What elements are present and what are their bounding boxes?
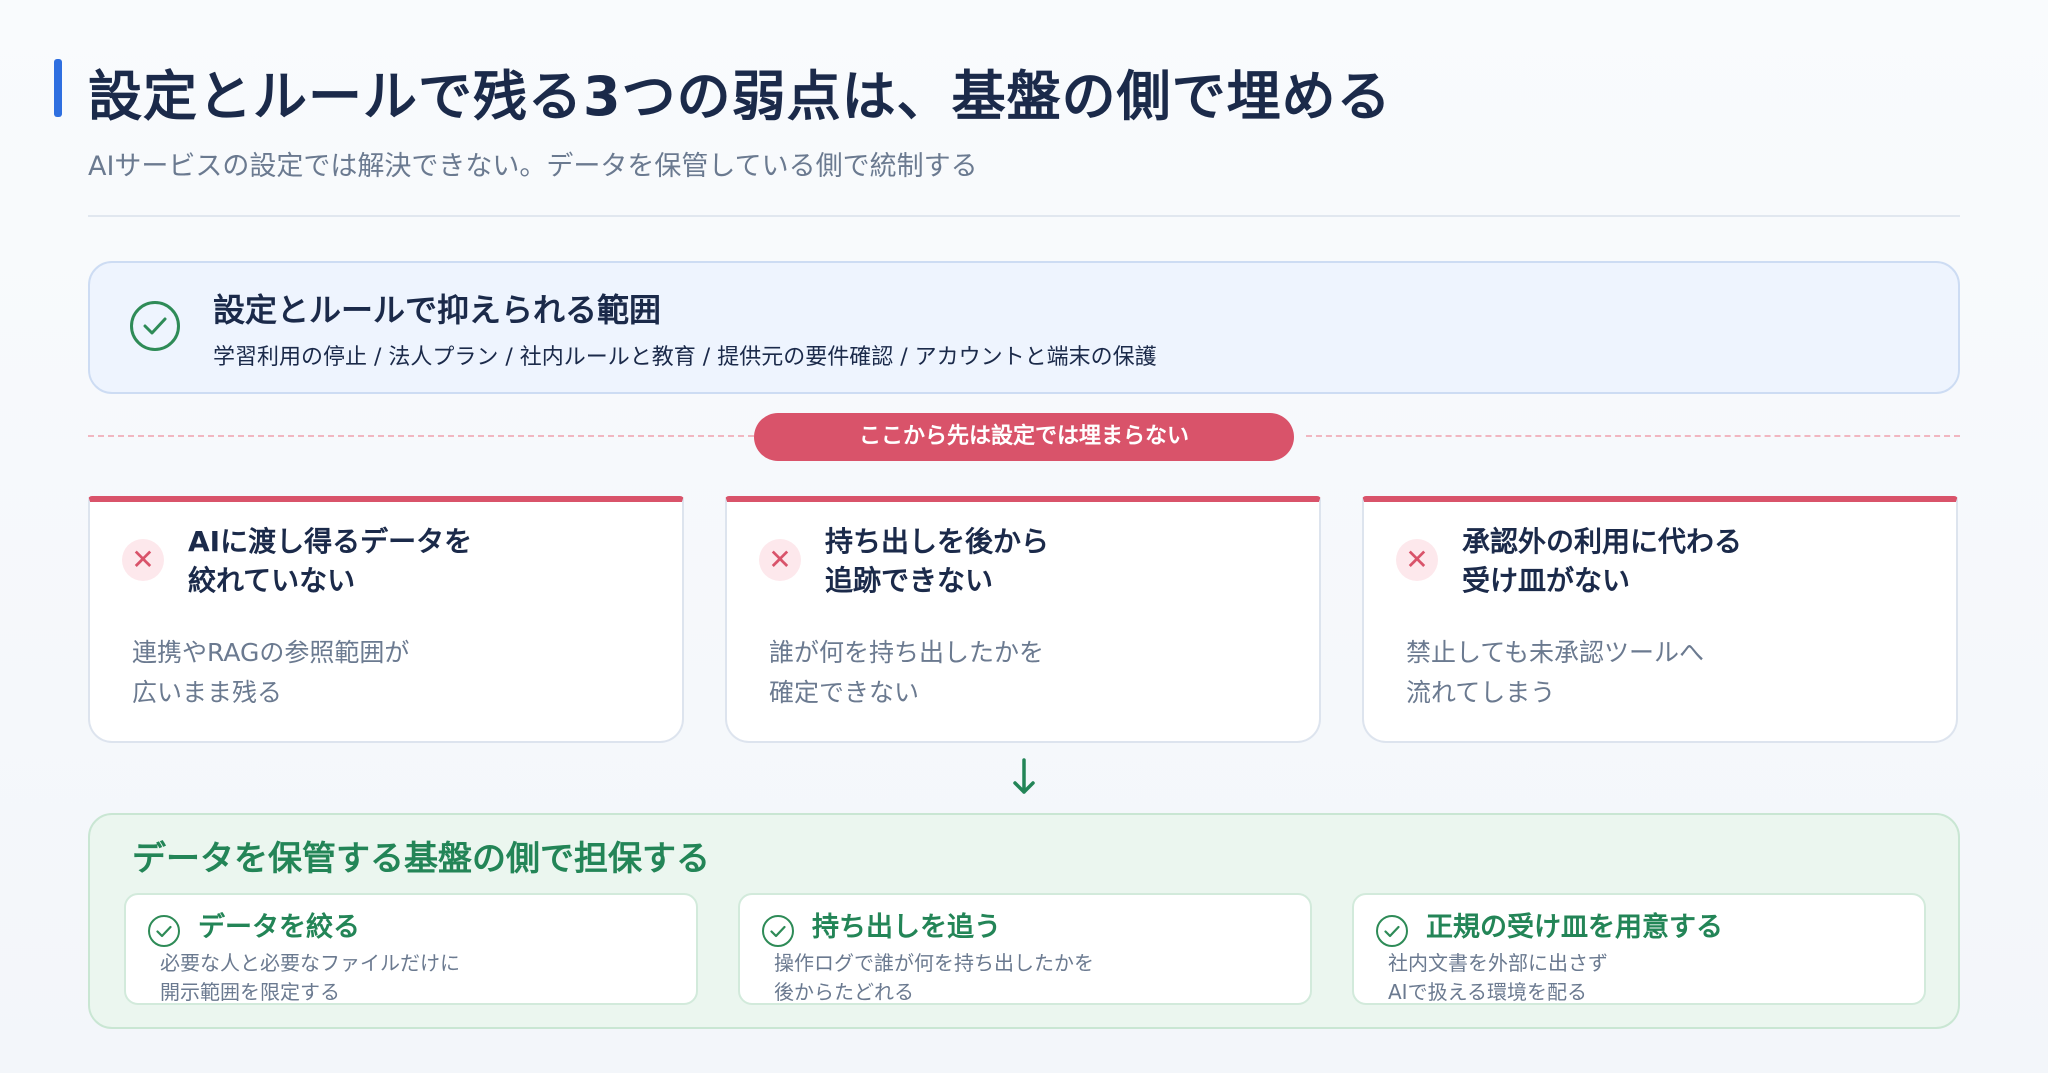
solution-card-title: データを絞る xyxy=(198,912,360,943)
solution-card-description: 社内文書を外部に出さず AIで扱える環境を配る xyxy=(1388,951,1608,1004)
dashed-divider-right xyxy=(1306,435,1960,437)
weakness-title: 持ち出しを後から 追跡できない xyxy=(825,525,1050,597)
solution-card-title: 正規の受け皿を用意する xyxy=(1426,912,1723,943)
scope-items: 学習利用の停止 / 法人プラン / 社内ルールと教育 / 提供元の要件確認 / … xyxy=(213,345,1157,370)
weakness-title: 承認外の利用に代わる 受け皿がない xyxy=(1462,525,1743,597)
solution-card-narrow-data: データを絞る 必要な人と必要なファイルだけに 開示範囲を限定する xyxy=(124,893,698,1005)
boundary-label: ここから先は設定では埋まらない xyxy=(754,413,1294,461)
solution-card-track-exports: 持ち出しを追う 操作ログで誰が何を持ち出したかを 後からたどれる xyxy=(738,893,1312,1005)
scope-title: 設定とルールで抑えられる範囲 xyxy=(213,291,662,329)
x-icon: ✕ xyxy=(1396,539,1438,581)
solution-panel: データを保管する基盤の側で担保する データを絞る 必要な人と必要なファイルだけに… xyxy=(88,813,1960,1029)
weakness-card-traceability: ✕ 持ち出しを後から 追跡できない 誰が何を持ち出したかを 確定できない xyxy=(725,496,1321,743)
solution-title: データを保管する基盤の側で担保する xyxy=(132,839,710,879)
solution-card-title: 持ち出しを追う xyxy=(812,912,1001,943)
page-subtitle: AIサービスの設定では解決できない。データを保管している側で統制する xyxy=(88,151,978,182)
check-circle-icon xyxy=(762,915,794,947)
solution-card-official-environment: 正規の受け皿を用意する 社内文書を外部に出さず AIで扱える環境を配る xyxy=(1352,893,1926,1005)
weakness-title: AIに渡し得るデータを 絞れていない xyxy=(188,525,473,597)
x-icon: ✕ xyxy=(122,539,164,581)
weakness-description: 連携やRAGの参照範囲が 広いまま残る xyxy=(132,638,410,707)
weakness-description: 禁止しても未承認ツールへ 流れてしまう xyxy=(1406,638,1705,707)
title-accent-bar xyxy=(54,59,62,117)
weakness-card-data-scope: ✕ AIに渡し得るデータを 絞れていない 連携やRAGの参照範囲が 広いまま残る xyxy=(88,496,684,743)
solution-card-description: 操作ログで誰が何を持ち出したかを 後からたどれる xyxy=(774,951,1094,1004)
controllable-scope-panel: 設定とルールで抑えられる範囲 学習利用の停止 / 法人プラン / 社内ルールと教… xyxy=(88,261,1960,394)
solution-card-description: 必要な人と必要なファイルだけに 開示範囲を限定する xyxy=(160,951,460,1004)
weakness-card-alternative: ✕ 承認外の利用に代わる 受け皿がない 禁止しても未承認ツールへ 流れてしまう xyxy=(1362,496,1958,743)
dashed-divider-left xyxy=(88,435,754,437)
page-title: 設定とルールで残る3つの弱点は、基盤の側で埋める xyxy=(88,65,1392,128)
header-divider xyxy=(88,215,1960,217)
weakness-description: 誰が何を持ち出したかを 確定できない xyxy=(769,638,1045,707)
check-circle-icon xyxy=(130,301,180,351)
arrow-down-icon xyxy=(1013,758,1035,794)
check-circle-icon xyxy=(1376,915,1408,947)
check-circle-icon xyxy=(148,915,180,947)
x-icon: ✕ xyxy=(759,539,801,581)
